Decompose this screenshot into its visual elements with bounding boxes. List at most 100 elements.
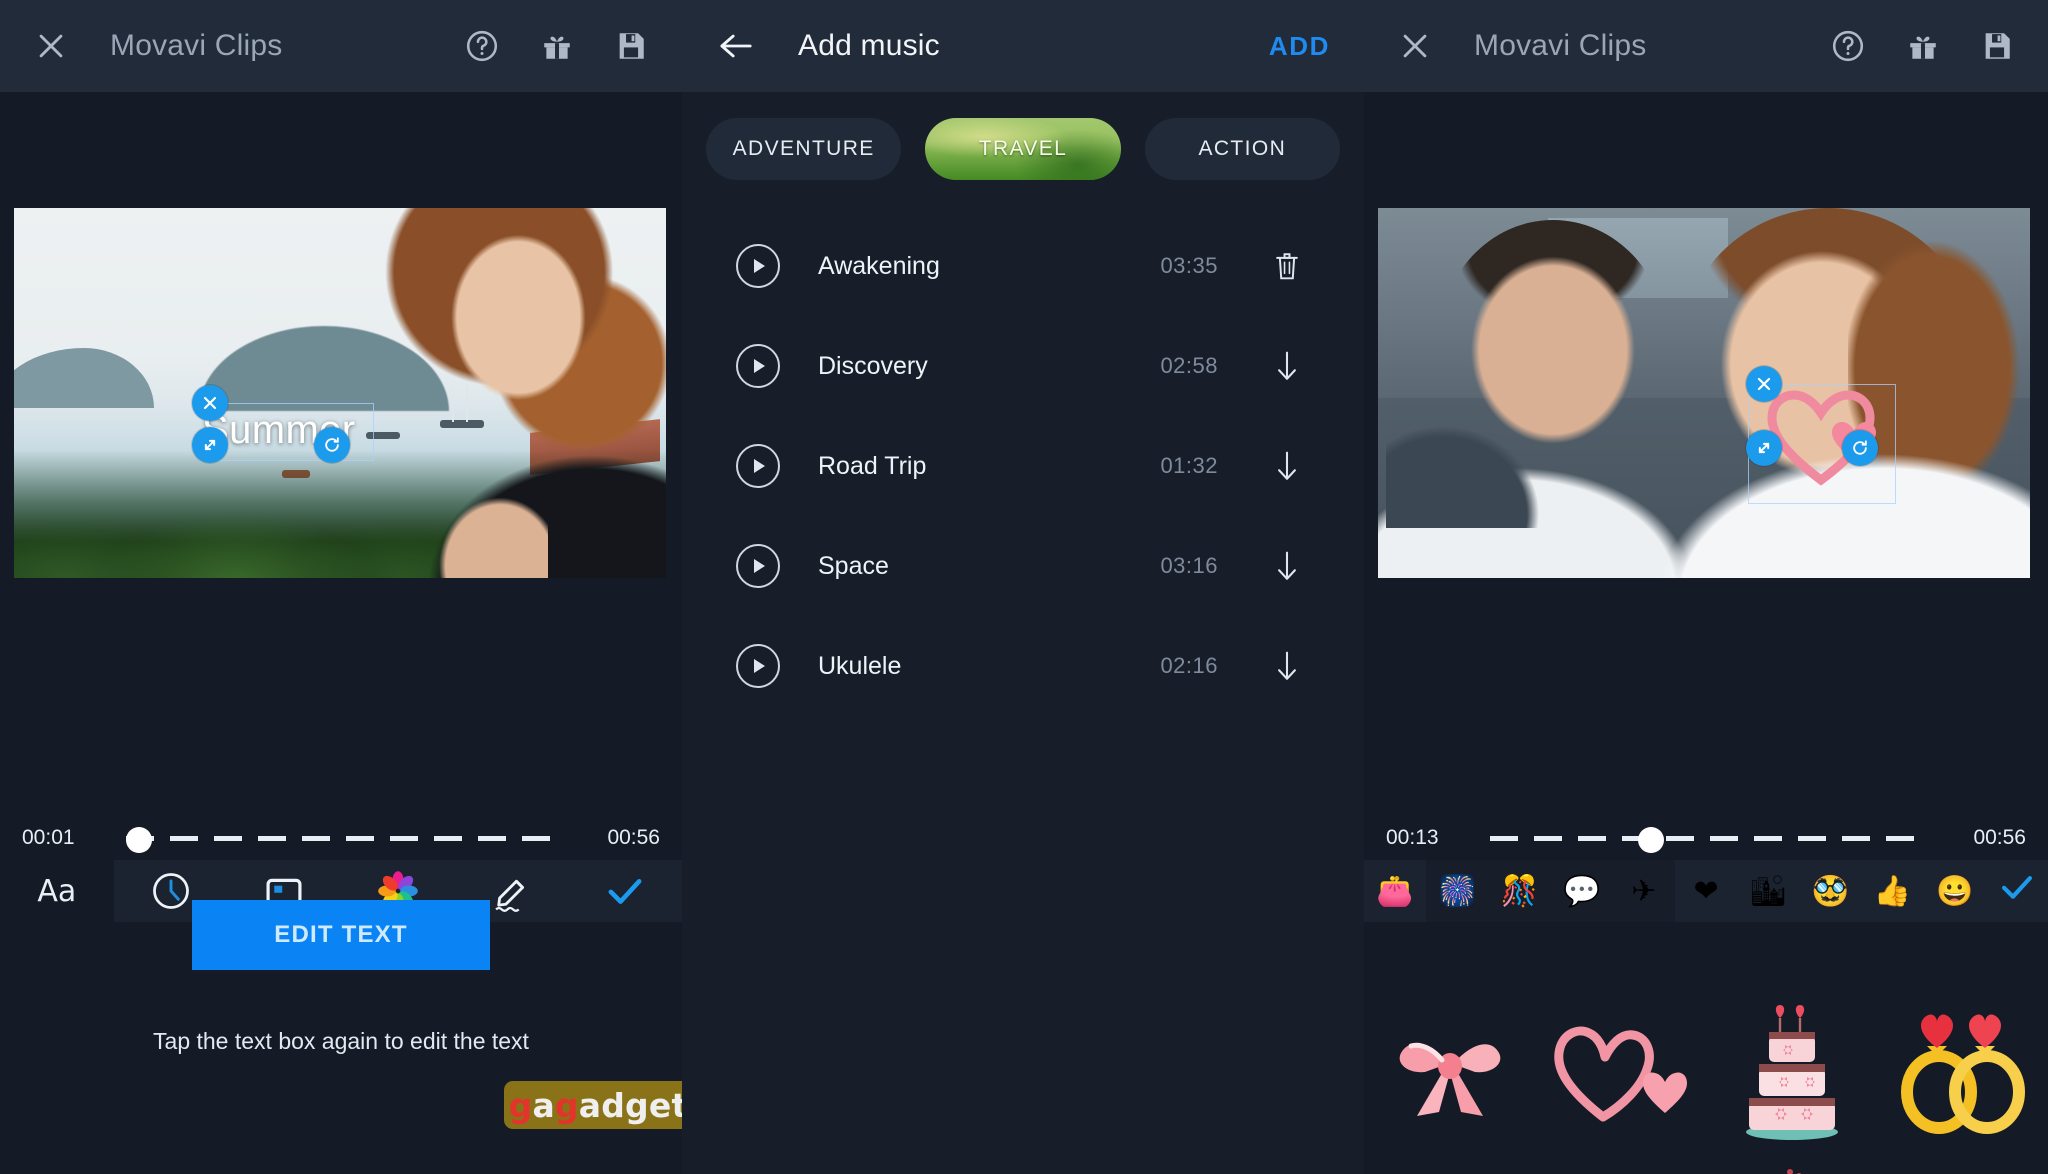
right-app-title: Movavi Clips [1474,29,1647,62]
sticker-flower-bouquet[interactable] [1732,1168,1852,1174]
sticker-tab-celebration[interactable]: 🎊 [1488,860,1551,922]
sticker-wedding-rings-hearts[interactable] [1895,1006,2031,1143]
close-icon[interactable] [1398,29,1432,63]
close-icon[interactable] [34,29,68,63]
airplane-icon: ✈ [1631,874,1657,908]
help-icon[interactable] [1830,28,1866,64]
help-icon[interactable] [464,28,500,64]
play-icon[interactable] [736,544,780,588]
thumbs-up-icon: 👍 [1873,874,1912,908]
text-tool[interactable]: Aa [0,860,114,922]
music-track-list: Awakening 03:35 Discovery 02:58 Road Tri… [682,216,1364,716]
edit-hint: Tap the text box again to edit the text [153,1028,529,1054]
sticker-heart-outline[interactable] [1551,1017,1691,1132]
track-title: Ukulele [818,651,902,680]
sticker-tab-smiley[interactable]: 😀 [1923,860,1986,922]
sticker-wedding-cake[interactable] [1731,1002,1853,1147]
left-current-time: 00:01 [22,826,75,849]
sticker-grid [1364,988,2048,1174]
save-icon[interactable] [614,29,648,63]
sticker-tab-city[interactable]: 🏙 [1737,860,1800,922]
sticker-pink-bow[interactable] [1387,1016,1513,1133]
resize-handle[interactable] [192,427,228,463]
left-video-preview[interactable]: Summer [14,208,666,578]
delete-icon[interactable] [1270,250,1304,282]
left-app-title: Movavi Clips [110,29,283,62]
download-icon[interactable] [1270,449,1304,483]
sticker-tab-disguise[interactable]: 🥸 [1799,860,1862,922]
seek-dashes [126,836,556,841]
rotate-handle[interactable] [314,427,350,463]
shopping-bag-icon: 👛 [1376,874,1414,908]
app-screen: Movavi Clips Summer 00:01 00:56 Aa EDIT … [0,0,2048,1174]
play-icon[interactable] [736,344,780,388]
sticker-confirm-button[interactable] [1985,860,2048,922]
download-icon[interactable] [1270,549,1304,583]
left-seek-track[interactable] [126,827,556,853]
back-arrow-icon[interactable] [716,29,756,63]
right-video-frame [1378,208,2030,578]
gift-icon[interactable] [1906,29,1940,63]
sticker-tab-hello[interactable]: 💬 [1550,860,1613,922]
seek-dashes [1490,836,1922,841]
edit-text-button[interactable]: EDIT TEXT [192,900,490,970]
add-music-panel: Add music ADD ADVENTURE TRAVEL ACTION Aw… [682,0,1364,1174]
right-total-time: 00:56 [1973,826,2026,849]
smiley-icon: 😀 [1936,874,1974,908]
sticker-category-strip: 👛 🎆 🎊 💬 ✈ ❤ 🏙 🥸 👍 😀 [1364,860,2048,922]
download-icon[interactable] [1270,649,1304,683]
play-icon[interactable] [736,244,780,288]
close-handle[interactable] [1746,366,1782,402]
category-tab-adventure[interactable]: ADVENTURE [706,118,902,180]
category-tab-travel[interactable]: TRAVEL [925,118,1121,180]
marker-icon [489,868,535,914]
right-timeline[interactable]: 00:13 00:56 [1364,816,2048,860]
music-topbar: Add music ADD [682,0,1364,92]
track-title: Space [818,551,889,580]
save-icon[interactable] [1980,29,2014,63]
right-current-time: 00:13 [1386,826,1439,849]
sticker-tab-thumbs-up[interactable]: 👍 [1861,860,1924,922]
confirm-tool[interactable] [568,860,682,922]
right-topbar: Movavi Clips [1364,0,2048,92]
mountain-shape [14,348,154,408]
close-handle[interactable] [192,385,228,421]
table-row[interactable]: Awakening 03:35 [682,216,1364,316]
gift-icon[interactable] [540,29,574,63]
watermark-part: g [554,1085,579,1125]
music-category-tabs: ADVENTURE TRAVEL ACTION [682,92,1364,180]
download-icon[interactable] [1270,349,1304,383]
track-duration: 02:16 [1160,653,1218,678]
right-seek-track[interactable] [1490,827,1922,853]
city-icon: 🏙 [1749,874,1788,908]
play-icon[interactable] [736,444,780,488]
clock-icon [149,869,193,913]
celebration-icon: 🎊 [1500,874,1539,908]
table-row[interactable]: Discovery 02:58 [682,316,1364,416]
add-music-button[interactable]: ADD [1269,31,1330,62]
text-tool-label: Aa [37,873,77,909]
table-row[interactable]: Ukulele 02:16 [682,616,1364,716]
sticker-tab-airplane[interactable]: ✈ [1612,860,1675,922]
track-duration: 03:16 [1160,553,1218,578]
seaside-photo [14,208,666,578]
sticker-tab-fireworks[interactable]: 🎆 [1426,860,1489,922]
heart-icon: ❤ [1693,874,1719,908]
resize-handle[interactable] [1746,430,1782,466]
track-duration: 03:35 [1160,253,1218,278]
table-row[interactable]: Road Trip 01:32 [682,416,1364,516]
right-video-preview[interactable] [1378,208,2030,578]
table-row[interactable]: Space 03:16 [682,516,1364,616]
left-timeline[interactable]: 00:01 00:56 [0,816,682,860]
right-editor-panel: Movavi Clips 00:13 00:56 👛 🎆 🎊 💬 ✈ ❤ 🏙 🥸… [1364,0,2048,1174]
sticker-tab-shopping-bag[interactable]: 👛 [1364,860,1427,922]
sticker-tab-heart[interactable]: ❤ [1674,860,1738,922]
person-arm [428,458,548,578]
disguise-icon: 🥸 [1811,874,1850,908]
seek-knob[interactable] [126,827,152,853]
category-tab-action[interactable]: ACTION [1144,118,1340,180]
rotate-handle[interactable] [1842,430,1878,466]
play-icon[interactable] [736,644,780,688]
category-label: TRAVEL [978,137,1068,160]
seek-knob[interactable] [1638,827,1664,853]
